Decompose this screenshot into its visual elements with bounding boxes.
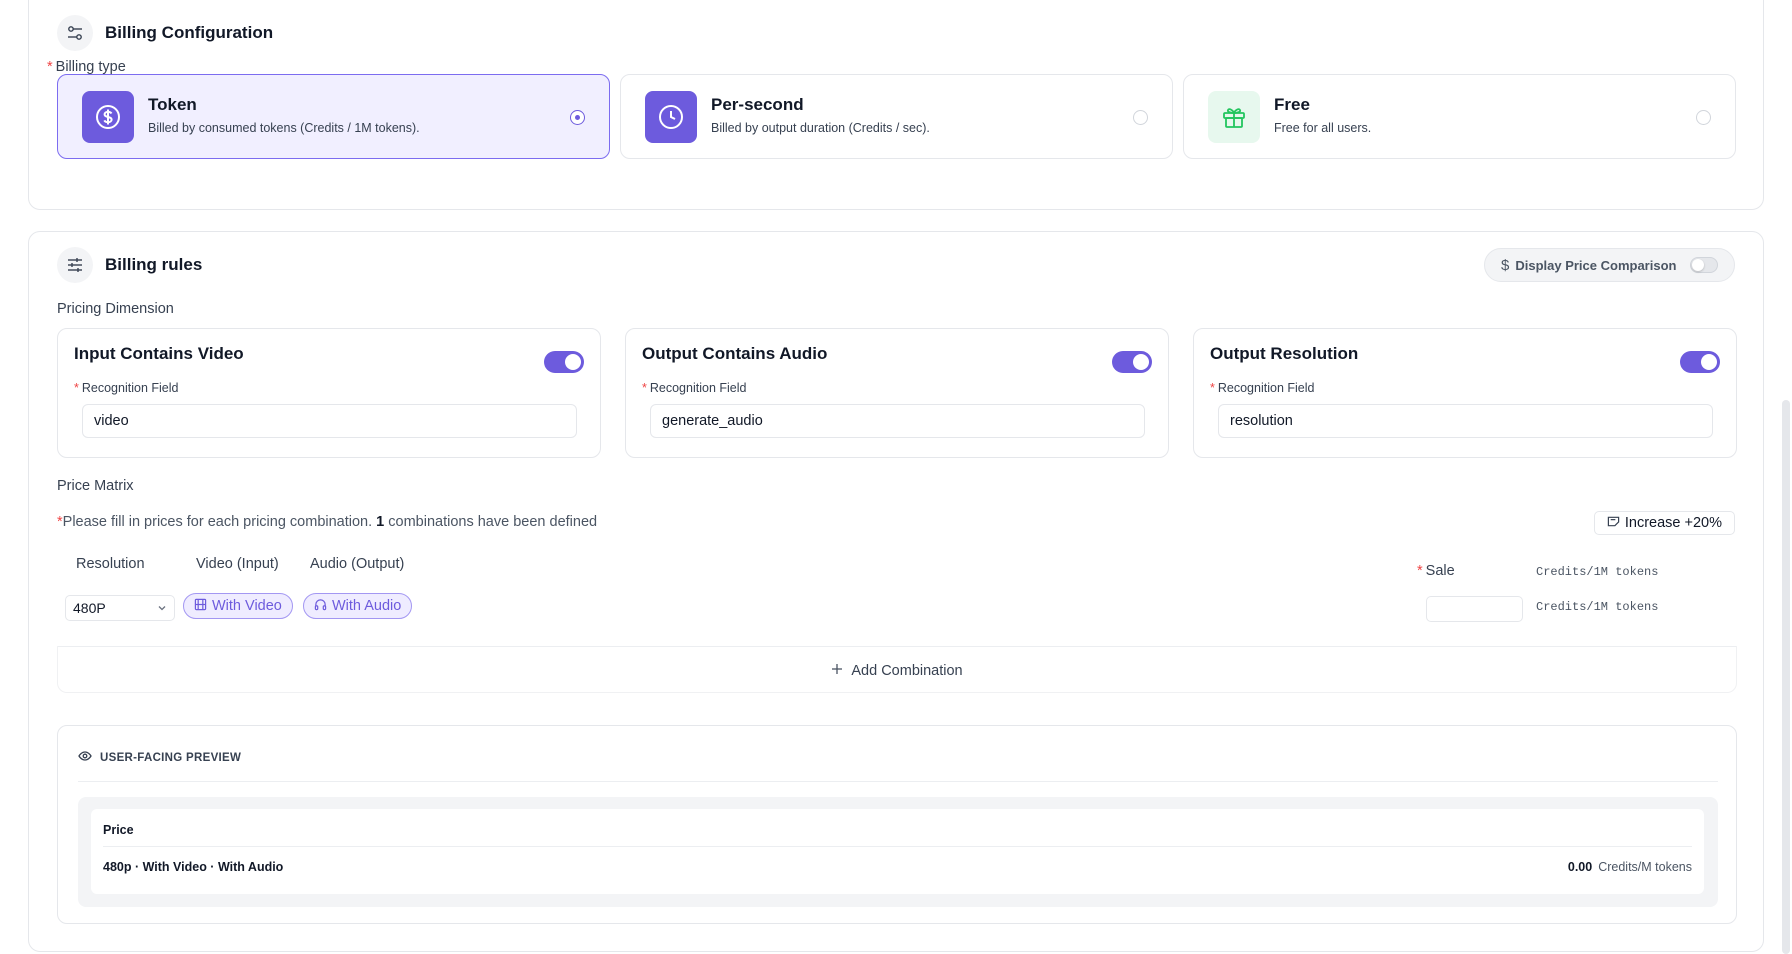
dimension-toggle[interactable] (1680, 351, 1720, 373)
section-title: Billing Configuration (105, 23, 274, 42)
preview-panel: Price 480p · With Video · With Audio 0.0… (78, 797, 1718, 907)
increase-price-button[interactable]: Increase +20% (1593, 511, 1735, 535)
preview-row-label: 480p · With Video · With Audio (103, 860, 284, 874)
tag-icon (1607, 515, 1620, 532)
preview-table-header: Price (103, 823, 134, 837)
token-radio[interactable] (570, 110, 585, 125)
recognition-field-input[interactable] (650, 404, 1145, 438)
resolution-select[interactable]: 480P (65, 595, 175, 621)
preview-price-table: Price 480p · With Video · With Audio 0.0… (91, 809, 1704, 894)
add-combination-button[interactable]: Add Combination (57, 651, 1737, 691)
per-second-radio[interactable] (1133, 110, 1148, 125)
recognition-field-label: * Recognition Field (74, 381, 179, 395)
billing-type-free-option[interactable]: Free Free for all users. (1183, 74, 1736, 159)
dollar-icon: $ (1501, 256, 1510, 274)
dimension-card-input-video: Input Contains Video * Recognition Field (57, 328, 601, 458)
column-header-audio: Audio (Output) (310, 556, 405, 572)
clock-icon (645, 91, 697, 143)
option-description: Billed by consumed tokens (Credits / 1M … (148, 121, 420, 135)
adjustments-icon (57, 247, 93, 283)
page-scrollbar[interactable] (1782, 400, 1790, 954)
billing-configuration-card: Billing Configuration * Billing type Toke… (28, 0, 1764, 210)
preview-header: USER-FACING PREVIEW (78, 749, 241, 766)
option-title: Token (148, 95, 197, 114)
recognition-field-label: * Recognition Field (642, 381, 747, 395)
recognition-field-input[interactable] (82, 404, 577, 438)
sale-unit-label: Credits/1M tokens (1536, 600, 1659, 614)
recognition-field-input[interactable] (1218, 404, 1713, 438)
option-description: Free for all users. (1274, 121, 1372, 135)
display-price-comparison-switch[interactable] (1690, 257, 1718, 273)
dimension-title: Output Resolution (1210, 344, 1359, 363)
section-title: Billing rules (105, 255, 203, 274)
sliders-icon (57, 15, 93, 51)
sale-price-input[interactable] (1426, 596, 1523, 622)
column-header-video: Video (Input) (196, 556, 279, 572)
price-matrix-note: *Please fill in prices for each pricing … (57, 514, 598, 530)
recognition-field-label: * Recognition Field (1210, 381, 1315, 395)
column-header-unit: Credits/1M tokens (1536, 565, 1659, 579)
billing-type-label: * Billing type (47, 59, 126, 75)
price-matrix-label: Price Matrix (57, 478, 134, 494)
option-description: Billed by output duration (Credits / sec… (711, 121, 930, 135)
with-video-tag[interactable]: With Video (183, 593, 293, 619)
plus-icon (831, 663, 843, 679)
free-radio[interactable] (1696, 110, 1711, 125)
option-title: Per-second (711, 95, 804, 114)
pricing-dimension-label: Pricing Dimension (57, 301, 174, 317)
billing-type-token-option[interactable]: Token Billed by consumed tokens (Credits… (57, 74, 610, 159)
dimension-card-output-audio: Output Contains Audio * Recognition Field (625, 328, 1169, 458)
column-header-resolution: Resolution (76, 556, 145, 572)
display-price-comparison-toggle[interactable]: $ Display Price Comparison (1484, 248, 1735, 282)
gift-icon (1208, 91, 1260, 143)
display-price-comparison-label: Display Price Comparison (1515, 257, 1677, 273)
billing-rules-card: Billing rules $ Display Price Comparison… (28, 231, 1764, 952)
user-facing-preview: USER-FACING PREVIEW Price 480p · With Vi… (57, 725, 1737, 924)
dimension-toggle[interactable] (1112, 351, 1152, 373)
dollar-icon (82, 91, 134, 143)
dimension-title: Output Contains Audio (642, 344, 828, 363)
chevron-down-icon (157, 600, 167, 616)
with-audio-tag[interactable]: With Audio (303, 593, 413, 619)
billing-configuration-header: Billing Configuration (57, 15, 273, 51)
billing-rules-header: Billing rules (57, 247, 202, 283)
headphones-icon (314, 598, 327, 615)
dimension-card-output-resolution: Output Resolution * Recognition Field (1193, 328, 1737, 458)
dimension-title: Input Contains Video (74, 344, 244, 363)
dimension-toggle[interactable] (544, 351, 584, 373)
column-header-sale: * Sale (1417, 563, 1455, 579)
film-icon (194, 598, 207, 615)
billing-type-per-second-option[interactable]: Per-second Billed by output duration (Cr… (620, 74, 1173, 159)
preview-row-price: 0.00 Credits/M tokens (1567, 860, 1692, 874)
eye-icon (78, 749, 92, 766)
option-title: Free (1274, 95, 1310, 114)
